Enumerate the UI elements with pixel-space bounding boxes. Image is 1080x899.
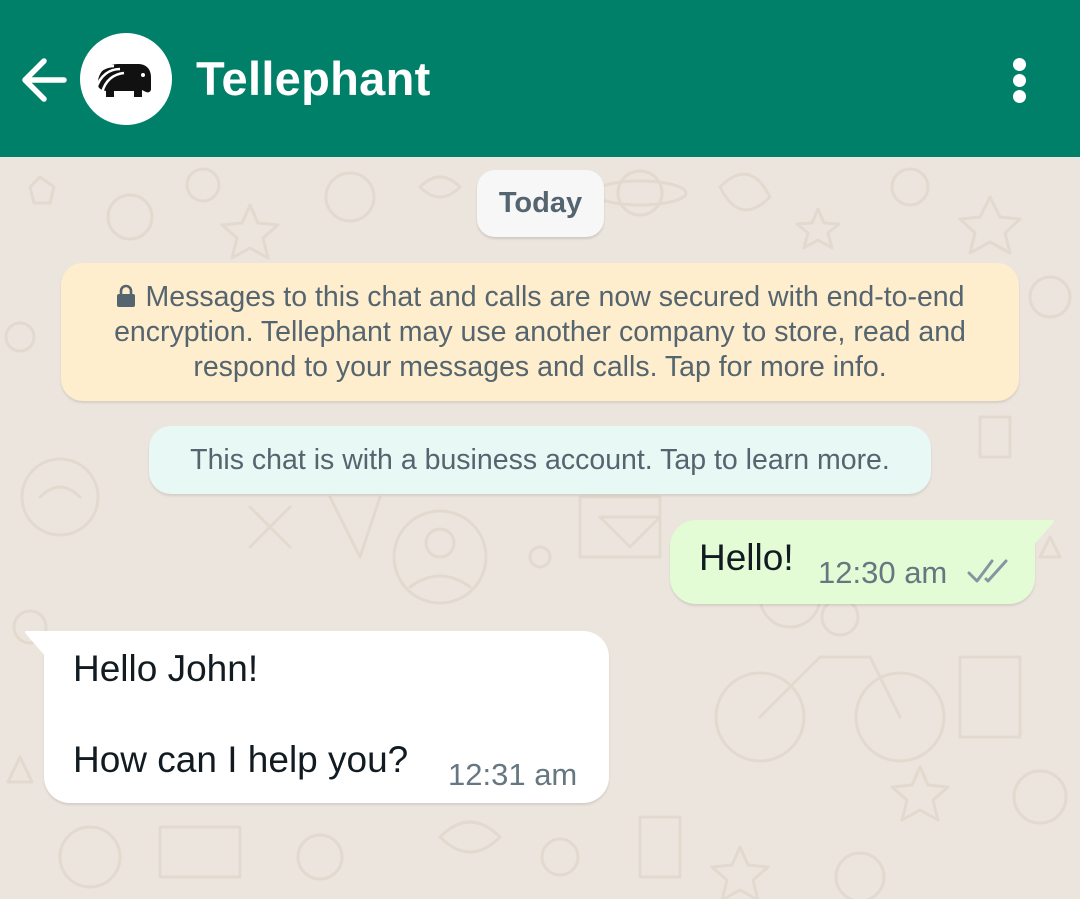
outgoing-message-bubble[interactable]: Hello! 12:30 am (670, 520, 1054, 604)
elephant-logo-icon (92, 64, 151, 97)
menu-dot-icon (1013, 74, 1026, 87)
chat-header: Tellephant (0, 0, 1080, 157)
menu-dot-icon (1013, 58, 1026, 71)
encryption-notice-line-2: encryption. Tellephant may use another c… (114, 316, 966, 348)
contact-avatar[interactable] (80, 33, 172, 125)
chat-area[interactable]: Today Messages to this chat and calls ar… (0, 157, 1080, 899)
more-options-button[interactable] (1000, 52, 1040, 108)
message-time: 12:30 am (818, 555, 948, 590)
contact-name[interactable]: Tellephant (196, 50, 431, 108)
incoming-message-bubble[interactable]: Hello John! How can I help you? 12:31 am (25, 631, 609, 803)
business-account-notice[interactable]: This chat is with a business account. Ta… (149, 426, 931, 494)
message-text-line-2: How can I help you? (73, 739, 409, 780)
encryption-notice[interactable]: Messages to this chat and calls are now … (61, 263, 1019, 401)
message-text-line-1: Hello John! (73, 648, 259, 689)
bubble-tail (1033, 520, 1054, 546)
menu-dot-icon (1013, 90, 1026, 103)
back-button[interactable] (18, 52, 70, 108)
date-chip: Today (477, 170, 604, 237)
arrow-left-icon (22, 58, 67, 102)
message-text: Hello! (699, 537, 794, 578)
encryption-notice-line-3: respond to your messages and calls. Tap … (193, 351, 887, 383)
bubble-tail (25, 631, 46, 657)
lock-icon (117, 284, 136, 307)
encryption-notice-text-1: Messages to this chat and calls are now … (145, 281, 965, 313)
double-check-icon (967, 559, 1008, 583)
message-time: 12:31 am (448, 757, 578, 792)
encryption-notice-line-1: Messages to this chat and calls are now … (81, 280, 999, 315)
